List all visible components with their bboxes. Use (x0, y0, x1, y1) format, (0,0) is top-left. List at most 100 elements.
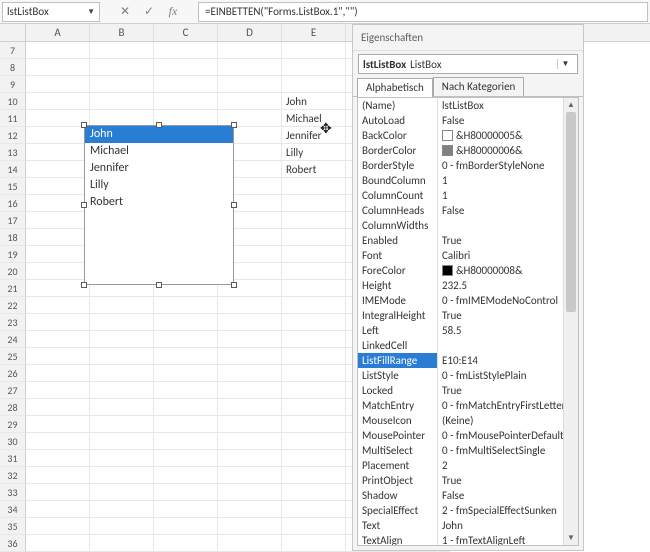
property-row[interactable]: MatchEntry0 - fmMatchEntryFirstLetter (358, 398, 578, 413)
property-value[interactable]: 2 (438, 458, 578, 473)
property-value[interactable]: &H80000008& (438, 263, 578, 278)
property-value[interactable]: Calibri (438, 248, 578, 263)
cell[interactable] (90, 382, 154, 399)
cell[interactable] (282, 42, 346, 59)
cell[interactable] (282, 212, 346, 229)
property-row[interactable]: Height232.5 (358, 278, 578, 293)
cell[interactable] (26, 399, 90, 416)
cell[interactable] (218, 314, 282, 331)
scroll-up-icon[interactable]: ▲ (564, 98, 578, 112)
cell[interactable] (90, 314, 154, 331)
row-header[interactable]: 25 (0, 348, 26, 365)
property-row[interactable]: Placement2 (358, 458, 578, 473)
cell[interactable] (218, 93, 282, 110)
property-row[interactable]: MouseIcon(Keine) (358, 413, 578, 428)
cell[interactable] (26, 501, 90, 518)
property-row[interactable]: BackColor&H80000005& (358, 128, 578, 143)
row-header[interactable]: 9 (0, 76, 26, 93)
cell[interactable] (90, 484, 154, 501)
column-header[interactable]: B (90, 24, 154, 41)
cell[interactable] (154, 484, 218, 501)
property-value[interactable]: &H80000006& (438, 143, 578, 158)
property-value[interactable]: True (438, 308, 578, 323)
fx-icon[interactable]: fx (166, 4, 180, 19)
resize-handle-tr[interactable] (231, 122, 237, 128)
property-value[interactable]: 0 - fmBorderStyleNone (438, 158, 578, 173)
cell[interactable] (154, 365, 218, 382)
cell[interactable] (26, 229, 90, 246)
cell[interactable] (218, 501, 282, 518)
cell[interactable] (282, 178, 346, 195)
property-row[interactable]: MultiSelect0 - fmMultiSelectSingle (358, 443, 578, 458)
listbox-control[interactable]: JohnMichaelJenniferLillyRobert (84, 125, 234, 285)
properties-scrollbar[interactable]: ▲ ▼ (563, 98, 578, 545)
tab-alphabetical[interactable]: Alphabetisch (357, 78, 433, 97)
cell[interactable] (90, 518, 154, 535)
property-row[interactable]: EnabledTrue (358, 233, 578, 248)
property-value[interactable]: 1 (438, 173, 578, 188)
cell[interactable]: Lilly (282, 144, 346, 161)
row-header[interactable]: 26 (0, 365, 26, 382)
cell[interactable] (218, 399, 282, 416)
cell[interactable] (218, 348, 282, 365)
cell[interactable] (154, 314, 218, 331)
property-row[interactable]: LinkedCell (358, 338, 578, 353)
row-header[interactable]: 14 (0, 161, 26, 178)
cell[interactable] (154, 501, 218, 518)
property-value[interactable]: 0 - fmMatchEntryFirstLetter (438, 398, 578, 413)
property-value[interactable]: False (438, 113, 578, 128)
row-header[interactable]: 34 (0, 501, 26, 518)
cell[interactable] (282, 501, 346, 518)
row-header[interactable]: 32 (0, 467, 26, 484)
cell[interactable] (90, 42, 154, 59)
cell[interactable] (282, 76, 346, 93)
property-value[interactable]: True (438, 473, 578, 488)
cell[interactable] (26, 433, 90, 450)
scroll-thumb[interactable] (566, 112, 576, 312)
property-value[interactable]: 232.5 (438, 278, 578, 293)
listbox-body[interactable]: JohnMichaelJenniferLillyRobert (84, 125, 234, 285)
property-row[interactable]: BorderStyle0 - fmBorderStyleNone (358, 158, 578, 173)
cell[interactable] (26, 416, 90, 433)
cell[interactable] (218, 535, 282, 552)
property-value[interactable]: True (438, 233, 578, 248)
row-header[interactable]: 23 (0, 314, 26, 331)
row-header[interactable]: 13 (0, 144, 26, 161)
column-header[interactable]: A (26, 24, 90, 41)
cell[interactable] (154, 93, 218, 110)
cell[interactable] (218, 76, 282, 93)
cell[interactable] (282, 416, 346, 433)
property-value[interactable]: False (438, 488, 578, 503)
property-row[interactable]: TextJohn (358, 518, 578, 533)
cell[interactable] (90, 416, 154, 433)
property-row[interactable]: PrintObjectTrue (358, 473, 578, 488)
cell[interactable] (26, 127, 90, 144)
chevron-down-icon[interactable]: ▼ (557, 59, 573, 69)
cell[interactable] (282, 59, 346, 76)
row-header[interactable]: 18 (0, 229, 26, 246)
cell[interactable] (218, 365, 282, 382)
cell[interactable] (282, 467, 346, 484)
listbox-item[interactable]: Lilly (85, 177, 233, 194)
property-value[interactable]: 0 - fmListStylePlain (438, 368, 578, 383)
cell[interactable]: Michael (282, 110, 346, 127)
cell[interactable] (218, 382, 282, 399)
cell[interactable] (218, 416, 282, 433)
cell[interactable] (282, 331, 346, 348)
cell[interactable] (26, 93, 90, 110)
cell[interactable] (154, 450, 218, 467)
cell[interactable] (154, 535, 218, 552)
listbox-item[interactable]: Jennifer (85, 160, 233, 177)
listbox-item[interactable]: Michael (85, 143, 233, 160)
cell[interactable] (26, 42, 90, 59)
cell[interactable] (26, 467, 90, 484)
cell[interactable] (154, 399, 218, 416)
cell[interactable] (154, 331, 218, 348)
cell[interactable] (282, 348, 346, 365)
cell[interactable] (218, 484, 282, 501)
property-value[interactable]: E10:E14 (438, 353, 578, 368)
property-value[interactable]: False (438, 203, 578, 218)
cell[interactable] (26, 59, 90, 76)
cell[interactable] (26, 263, 90, 280)
property-value[interactable]: 0 - fmMultiSelectSingle (438, 443, 578, 458)
